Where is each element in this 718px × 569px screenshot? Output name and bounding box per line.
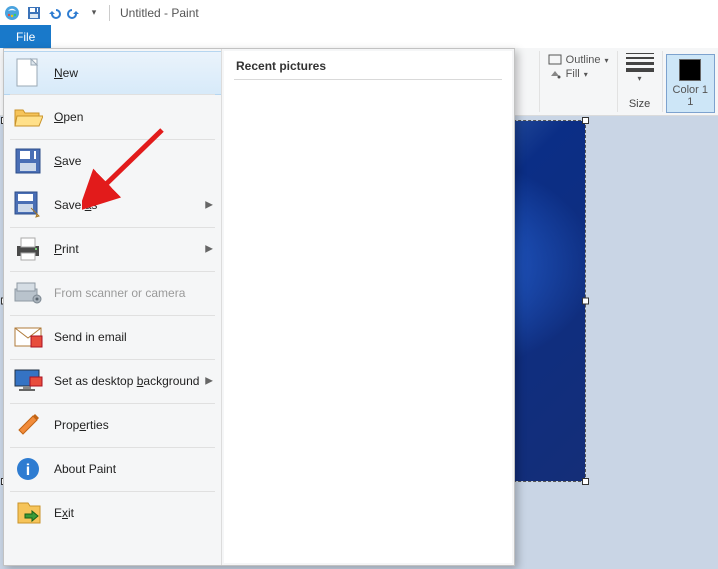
submenu-arrow-icon: ▶ (205, 200, 213, 211)
size-dropdown[interactable]: ▾ (626, 53, 654, 83)
svg-text:i: i (26, 462, 30, 479)
menu-label: Send in email (54, 330, 127, 344)
about-icon: i (12, 453, 44, 485)
exit-icon (12, 497, 44, 529)
print-icon (12, 233, 44, 265)
menu-save[interactable]: Save (4, 139, 221, 183)
fill-dropdown[interactable]: Fill ▾ (548, 67, 588, 81)
open-icon (12, 101, 44, 133)
menu-open[interactable]: Open (4, 95, 221, 139)
file-menu: New Open Save Save as ▶ Print (3, 48, 515, 566)
selection-handle[interactable] (582, 117, 589, 124)
size-group: ▾ Size (617, 51, 662, 112)
menu-label: New (54, 66, 78, 80)
color1-swatch (679, 59, 701, 81)
email-icon (12, 321, 44, 353)
menu-label: Open (54, 110, 83, 124)
new-icon (12, 57, 44, 89)
menu-label: Save as (54, 198, 97, 212)
ribbon-tabs: File (0, 25, 718, 48)
qat-redo-icon[interactable] (65, 4, 83, 22)
color1-group: Color 11 (662, 51, 718, 112)
menu-label: Set as desktop background (54, 374, 199, 388)
selection-handle[interactable] (582, 298, 589, 305)
menu-label: Print (54, 242, 79, 256)
window-title: Untitled - Paint (120, 6, 199, 20)
save-as-icon (12, 189, 44, 221)
recent-pictures-panel: Recent pictures (224, 51, 512, 563)
menu-label: Properties (54, 418, 109, 432)
outline-dropdown[interactable]: Outline ▾ (548, 53, 609, 67)
menu-from-scanner: From scanner or camera (4, 271, 221, 315)
desktop-bg-icon (12, 365, 44, 397)
menu-exit[interactable]: Exit (4, 491, 221, 535)
scanner-icon (12, 277, 44, 309)
menu-set-background[interactable]: Set as desktop background ▶ (4, 359, 221, 403)
submenu-arrow-icon: ▶ (205, 244, 213, 255)
menu-label: Save (54, 154, 81, 168)
menu-save-as[interactable]: Save as ▶ (4, 183, 221, 227)
menu-send-email[interactable]: Send in email (4, 315, 221, 359)
menu-label: From scanner or camera (54, 286, 185, 300)
separator (109, 5, 110, 21)
menu-label: Exit (54, 506, 74, 520)
menu-print[interactable]: Print ▶ (4, 227, 221, 271)
color1-button[interactable]: Color 11 (666, 54, 715, 113)
recent-pictures-header: Recent pictures (234, 59, 502, 80)
menu-properties[interactable]: Properties (4, 403, 221, 447)
submenu-arrow-icon: ▶ (205, 376, 213, 387)
shape-options-group: Outline ▾ Fill ▾ (539, 51, 617, 112)
title-bar: ▾ Untitled - Paint (0, 0, 718, 25)
properties-icon (12, 409, 44, 441)
qat-customize-icon[interactable]: ▾ (85, 4, 103, 22)
app-icon (4, 5, 20, 21)
menu-label: About Paint (54, 462, 116, 476)
qat-undo-icon[interactable] (45, 4, 63, 22)
selection-handle[interactable] (582, 478, 589, 485)
menu-new[interactable]: New (4, 51, 221, 95)
file-tab[interactable]: File (0, 25, 51, 48)
qat-save-icon[interactable] (25, 4, 43, 22)
save-icon (12, 145, 44, 177)
size-label: Size (629, 98, 650, 112)
file-menu-items: New Open Save Save as ▶ Print (4, 49, 222, 565)
menu-about[interactable]: i About Paint (4, 447, 221, 491)
